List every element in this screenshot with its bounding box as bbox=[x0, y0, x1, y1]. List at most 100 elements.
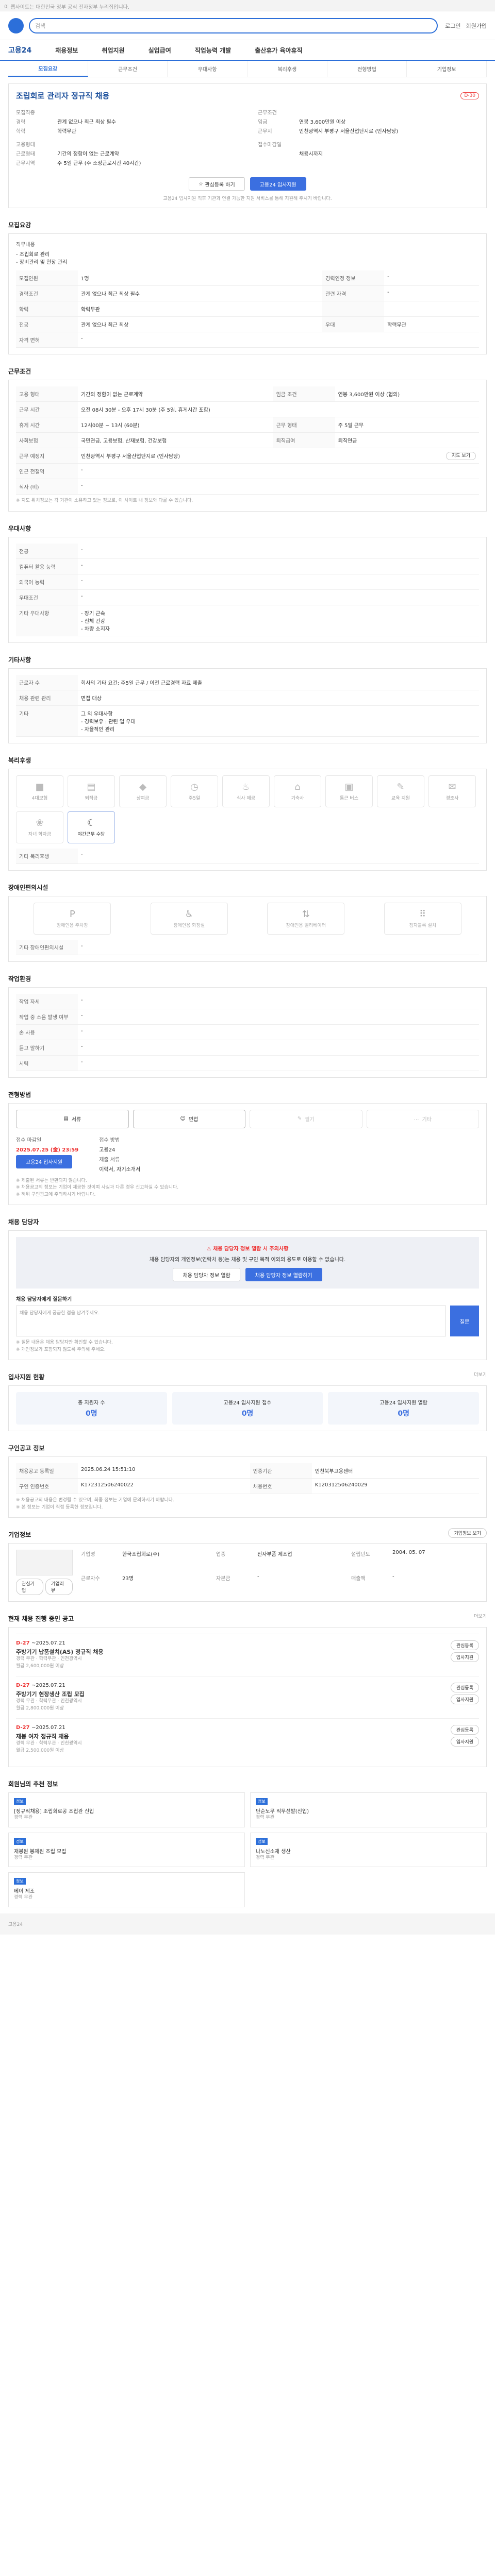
summary-label: 임금 bbox=[258, 120, 268, 125]
question-textarea[interactable]: 채용 담당자에게 궁금한 점을 남겨주세요. bbox=[16, 1306, 446, 1336]
prefer-card: 전공 - 컴퓨터 활용 능력 - 외국어 능력 - 우대조건 - 기타 우대사항 - 장기… bbox=[8, 536, 487, 643]
view-manager-primary-button[interactable]: 채용 담당자 정보 열람하기 bbox=[245, 1268, 322, 1281]
benefits-title: 복리후생 bbox=[8, 756, 31, 764]
facility-table: 기타 장애인편의시설 - bbox=[16, 939, 479, 955]
job-title-link[interactable]: 주방기기 현장생산 조립 모집 bbox=[16, 1690, 85, 1698]
apply-method-value: 고용24 bbox=[99, 1147, 116, 1153]
deadline-label: 접수 마감일 bbox=[16, 1137, 42, 1143]
nav-item-jobs[interactable]: 채용정보 bbox=[55, 46, 78, 55]
tab-prefer[interactable]: 우대사항 bbox=[168, 61, 248, 77]
benefit-label: 경조사 bbox=[446, 795, 459, 801]
benefit-label: 상여금 bbox=[136, 795, 150, 801]
job-apply-button[interactable]: 입사지원 bbox=[450, 1737, 479, 1747]
summary-label: 접수마감일 bbox=[258, 142, 282, 148]
job-summary: 조립회로 관리자 정규직 채용 D-30 모집직종 경력 관계 없으나 최근 최상… bbox=[8, 83, 487, 208]
benefit-item: ♨ 식사 제공 bbox=[222, 775, 270, 807]
summary-label: 근무조건 bbox=[258, 110, 277, 116]
status-more-link[interactable]: 더보기 bbox=[474, 1372, 487, 1379]
selection-apply-button[interactable]: 고용24 입사지원 bbox=[16, 1155, 73, 1168]
method-icon: ✎ bbox=[297, 1116, 302, 1122]
apply-method-label: 접수 방법 bbox=[99, 1137, 120, 1143]
star-icon: ☆ bbox=[199, 181, 205, 187]
table-row: 작업 중 소음 발생 여부 - bbox=[16, 1009, 479, 1025]
list-item[interactable]: D-27 ~2025.07.21 주방기기 납품설치(AS) 정규직 채용 경력 무… bbox=[16, 1634, 479, 1676]
login-link[interactable]: 로그인 bbox=[445, 22, 460, 30]
docs-value: 이력서, 자기소개서 bbox=[99, 1166, 141, 1173]
job-main: D-27 ~2025.07.21 재봉 여자 정규직 채용 경력 무관 · 학력무관… bbox=[16, 1725, 82, 1754]
job-apply-button[interactable]: 입사지원 bbox=[450, 1652, 479, 1662]
method-list: ▤ 서류 ☺ 면접 ✎ 필기… 기타 bbox=[16, 1109, 479, 1128]
nav-item-leave[interactable]: 출산휴가 육아휴직 bbox=[255, 46, 303, 55]
recommend-item[interactable]: 정보 단순노무 직무선발(신입) 경력 무관 bbox=[250, 1792, 487, 1827]
selection-notes: ※ 제출된 서류는 반환되지 않습니다. ※ 채용공고의 정보는 기업이 제공한… bbox=[16, 1178, 179, 1197]
company-interest-button[interactable]: 관심기업 bbox=[16, 1579, 43, 1595]
recommend-item[interactable]: 정보 베이 제조 경력 무관 bbox=[8, 1872, 245, 1907]
benefit-label: 퇴직금 bbox=[85, 795, 98, 801]
benefit-icon: ▤ bbox=[87, 781, 96, 792]
tab-benefits[interactable]: 복리후생 bbox=[248, 61, 327, 77]
benefit-item: ◷ 주5일 bbox=[171, 775, 218, 807]
search-input[interactable]: 검색 bbox=[29, 18, 438, 33]
recommend-list: 정보 [정규직채용] 조립회로공 조립관 신입 경력 무관 정보 단순노무 직무선발(신… bbox=[8, 1792, 487, 1907]
nav-item-benefit[interactable]: 실업급여 bbox=[148, 46, 171, 55]
nav-item-support[interactable]: 취업지원 bbox=[102, 46, 124, 55]
nav-brand[interactable]: 고용24 bbox=[8, 45, 31, 55]
list-item[interactable]: D-27 ~2025.07.21 재봉 여자 정규직 채용 경력 무관 · 학력무관… bbox=[16, 1718, 479, 1760]
conditions-title: 근무조건 bbox=[8, 368, 31, 375]
table-row: 기타 그 외 우대사항 - 경력보유 : 관련 업 우대 - 자율적인 관리 bbox=[16, 705, 479, 737]
job-actions: 관심등록입사지원 bbox=[450, 1725, 479, 1754]
company-review-button[interactable]: 기업리뷰 bbox=[45, 1579, 73, 1595]
deadline-value: 2025.07.25 (金) 23:59 bbox=[16, 1147, 79, 1153]
site-logo[interactable] bbox=[8, 18, 24, 33]
recommend-title: 나노신소재 생산 bbox=[256, 1849, 291, 1855]
conditions-note: ※ 지도 위치정보는 각 기관이 소유하고 있는 정보로, 이 사이트 내 정보… bbox=[16, 498, 193, 503]
tab-conditions[interactable]: 근무조건 bbox=[88, 61, 168, 77]
table-row: 인근 전철역 - bbox=[16, 463, 479, 479]
other-title: 기타사항 bbox=[8, 656, 31, 664]
table-row: 기타 복리후생 - bbox=[16, 848, 479, 864]
map-button[interactable]: 지도 보기 bbox=[446, 452, 476, 460]
company-more-button[interactable]: 기업정보 보기 bbox=[448, 1528, 487, 1538]
detail-tabs: 모집요강 근무조건 우대사항 복리후생 전형방법 기업정보 bbox=[8, 61, 487, 77]
question-submit-button[interactable]: 질문 bbox=[450, 1306, 479, 1336]
job-apply-button[interactable]: 입사지원 bbox=[450, 1694, 479, 1704]
tab-selection[interactable]: 전형방법 bbox=[327, 61, 407, 77]
job-interest-button[interactable]: 관심등록 bbox=[450, 1640, 479, 1650]
tab-company[interactable]: 기업정보 bbox=[407, 61, 487, 77]
recommend-item[interactable]: 정보 재봉원 봉제원 조립 모집 경력 무관 bbox=[8, 1832, 245, 1867]
job-deadline: D-27 ~2025.07.21 bbox=[16, 1640, 104, 1646]
conditions-table: 고용 형태 기간의 정함이 없는 근로계약 임금 조건 연봉 3,600만원 이상 (… bbox=[16, 386, 479, 495]
qa-notes: ※ 질문 내용은 채용 담당자만 확인할 수 있습니다. ※ 개인정보가 포함되… bbox=[16, 1340, 113, 1352]
recommend-tag: 정보 bbox=[14, 1798, 26, 1805]
tab-recruit[interactable]: 모집요강 bbox=[8, 61, 88, 77]
table-row: 근무 예정지 인천광역시 부평구 서울산업단지로 (인사담당) 지도 보기 bbox=[16, 448, 479, 464]
table-row: 우대조건 - bbox=[16, 589, 479, 605]
benefit-item: ✎ 교육 지원 bbox=[377, 775, 424, 807]
signup-link[interactable]: 회원가입 bbox=[466, 22, 487, 30]
job-interest-button[interactable]: 관심등록 bbox=[450, 1683, 479, 1692]
recommend-item[interactable]: 정보 나노신소재 생산 경력 무관 bbox=[250, 1832, 487, 1867]
list-item[interactable]: D-27 ~2025.07.21 주방기기 현장생산 조립 모집 경력 무관 · 학… bbox=[16, 1676, 479, 1718]
benefit-icon: ☾ bbox=[87, 817, 96, 828]
recommend-item[interactable]: 정보 [정규직채용] 조립회로공 조립관 신입 경력 무관 bbox=[8, 1792, 245, 1827]
company-card: 관심기업 기업리뷰 기업명 한국조립회로(주) 업종 전자부품 제조업 설립년도 20… bbox=[8, 1543, 487, 1602]
job-title-link[interactable]: 주방기기 납품설치(AS) 정규직 채용 bbox=[16, 1648, 104, 1656]
benefit-icon: ■ bbox=[35, 781, 44, 792]
interest-button[interactable]: ☆ 관심등록 하기 bbox=[189, 177, 245, 191]
nav-item-training[interactable]: 직업능력 개발 bbox=[195, 46, 231, 55]
status-title: 입사지원 현황 bbox=[8, 1374, 45, 1381]
job-pay: 월급 2,500,000원 이상 bbox=[16, 1748, 64, 1753]
related-more-link[interactable]: 더보기 bbox=[474, 1614, 487, 1621]
job-deadline: D-27 ~2025.07.21 bbox=[16, 1725, 82, 1731]
apply-button[interactable]: 고용24 입사지원 bbox=[250, 177, 306, 191]
job-actions: 관심등록입사지원 bbox=[450, 1683, 479, 1712]
main-nav: 고용24 채용정보 취업지원 실업급여 직업능력 개발 출산휴가 육아휴직 bbox=[0, 40, 495, 61]
benefit-label: 주5일 bbox=[188, 795, 201, 801]
prefer-title: 우대사항 bbox=[8, 524, 31, 532]
view-manager-button[interactable]: 채용 담당자 정보 열람 bbox=[173, 1268, 240, 1281]
job-title-link[interactable]: 재봉 여자 정규직 채용 bbox=[16, 1732, 82, 1740]
job-meta: 경력 무관 · 학력무관 · 인천광역시 bbox=[16, 1699, 82, 1704]
job-interest-button[interactable]: 관심등록 bbox=[450, 1725, 479, 1735]
header: 검색 로그인 회원가입 bbox=[0, 11, 495, 40]
benefit-icon: ❀ bbox=[36, 817, 44, 828]
